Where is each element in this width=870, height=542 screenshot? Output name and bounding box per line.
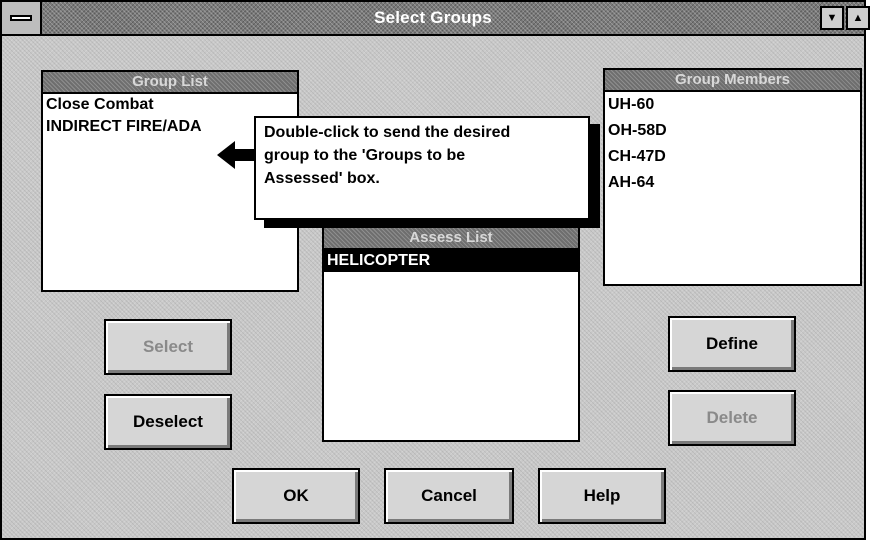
- group-member-item[interactable]: OH-58D: [605, 118, 860, 144]
- assess-list-caption: Assess List: [324, 228, 578, 250]
- group-list-caption: Group List: [43, 72, 297, 94]
- group-members-caption: Group Members: [605, 70, 860, 92]
- dialog-body: Group List Close Combat INDIRECT FIRE/AD…: [2, 36, 864, 538]
- delete-button[interactable]: Delete: [668, 390, 796, 446]
- window-title: Select Groups: [374, 8, 492, 27]
- title-bar[interactable]: Select Groups ▼ ▲: [2, 2, 870, 36]
- tooltip-line: Assessed' box.: [264, 170, 380, 187]
- help-button[interactable]: Help: [538, 468, 666, 524]
- assess-list-box[interactable]: Assess List HELICOPTER: [322, 226, 580, 442]
- group-members-box[interactable]: Group Members UH-60 OH-58D CH-47D AH-64: [603, 68, 862, 286]
- tooltip-line: Double-click to send the desired: [264, 124, 511, 141]
- deselect-button[interactable]: Deselect: [104, 394, 232, 450]
- tooltip-line: group to the 'Groups to be: [264, 147, 466, 164]
- minimize-icon[interactable]: ▼: [820, 6, 844, 30]
- help-tooltip: Double-click to send the desired group t…: [254, 116, 590, 220]
- group-member-item[interactable]: UH-60: [605, 92, 860, 118]
- maximize-icon[interactable]: ▲: [846, 6, 870, 30]
- group-member-item[interactable]: CH-47D: [605, 144, 860, 170]
- select-groups-dialog: Select Groups ▼ ▲ Group List Close Comba…: [0, 0, 870, 540]
- select-button[interactable]: Select: [104, 319, 232, 375]
- cancel-button[interactable]: Cancel: [384, 468, 514, 524]
- assess-list-item[interactable]: HELICOPTER: [324, 250, 578, 272]
- define-button[interactable]: Define: [668, 316, 796, 372]
- group-list-item[interactable]: Close Combat: [43, 94, 297, 116]
- ok-button[interactable]: OK: [232, 468, 360, 524]
- system-menu-icon[interactable]: [2, 2, 42, 34]
- group-member-item[interactable]: AH-64: [605, 170, 860, 196]
